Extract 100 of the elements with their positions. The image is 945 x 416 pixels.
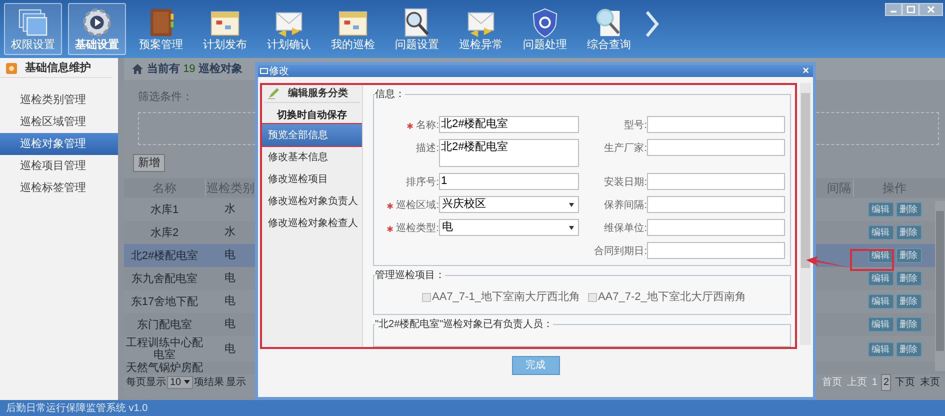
- field-label: 排序号:: [406, 176, 439, 190]
- caret-icon: [569, 202, 574, 206]
- sidebar-item[interactable]: 巡检项目管理: [0, 155, 118, 177]
- edit-button[interactable]: 编辑: [868, 271, 894, 286]
- maximize-button[interactable]: [902, 3, 919, 16]
- chevron-right-icon[interactable]: [644, 9, 660, 39]
- edit-button[interactable]: 编辑: [868, 294, 894, 309]
- add-button[interactable]: 新增: [133, 154, 165, 172]
- page-size-select[interactable]: 10: [167, 376, 194, 388]
- sidebar-item[interactable]: 巡检区域管理: [0, 111, 118, 133]
- toolbar-button[interactable]: 问题处理: [516, 3, 574, 55]
- table-cell-text: 电: [224, 342, 236, 357]
- edit-button[interactable]: 编辑: [868, 225, 894, 240]
- toolbar-button[interactable]: 基础设置: [68, 3, 126, 55]
- edit-button[interactable]: 编辑: [868, 317, 894, 332]
- minimize-button[interactable]: [885, 3, 902, 16]
- filter-label: 筛选条件：: [138, 90, 193, 103]
- page-link[interactable]: 2: [881, 374, 891, 390]
- nav-item[interactable]: 修改巡检对象负责人: [262, 190, 362, 212]
- panel-legend: 信息：: [375, 87, 405, 102]
- input-field[interactable]: [647, 196, 785, 213]
- close-button[interactable]: [919, 3, 943, 16]
- select-field[interactable]: 兴庆校区: [439, 196, 579, 213]
- scrollbar[interactable]: [935, 201, 945, 371]
- toolbar-button[interactable]: 预案管理: [132, 3, 190, 55]
- input-field[interactable]: 1: [439, 173, 579, 190]
- toolbar-button[interactable]: 我的巡检: [324, 3, 382, 55]
- panel-legend: "北2#楼配电室"巡检对象已有负责人员：: [375, 316, 554, 332]
- delete-button[interactable]: 删除: [896, 294, 922, 309]
- field-label: 巡检类型:: [396, 222, 439, 236]
- per-page-label: 每页显示: [126, 376, 166, 390]
- table-cell-text: 工程训练中心配电室: [125, 337, 204, 361]
- field-label: 安装日期:: [604, 176, 647, 190]
- nav-item[interactable]: 预览全部信息: [262, 124, 362, 146]
- column-header: 名称: [152, 180, 178, 197]
- field-label: 描述:: [416, 142, 439, 156]
- edit-button[interactable]: 编辑: [868, 342, 894, 356]
- field-label: 巡检区域:: [396, 198, 439, 213]
- window-icon: [260, 68, 268, 74]
- column-header: 操作: [882, 180, 908, 197]
- field-label: 生产厂家:: [604, 142, 647, 156]
- edit-button[interactable]: 编辑: [868, 202, 894, 217]
- input-field[interactable]: [647, 242, 785, 259]
- input-field[interactable]: [647, 219, 785, 236]
- page-link[interactable]: 下页: [894, 374, 916, 390]
- field-label: 合同到期日:: [594, 244, 647, 259]
- delete-button[interactable]: 删除: [896, 317, 922, 332]
- text-area[interactable]: 北2#楼配电室: [439, 139, 579, 167]
- panel-legend: 管理巡检项目：: [375, 268, 445, 283]
- delete-button[interactable]: 删除: [896, 271, 922, 286]
- scrollbar[interactable]: [800, 83, 811, 345]
- table-cell-text: 水库1: [149, 204, 180, 216]
- input-field[interactable]: 北2#楼配电室: [439, 116, 579, 133]
- done-button[interactable]: 完成: [512, 356, 560, 375]
- gear-icon: [80, 6, 114, 39]
- table-cell-text: 东门配电室: [136, 318, 193, 330]
- delete-button[interactable]: 删除: [896, 202, 922, 217]
- delete-button[interactable]: 删除: [896, 342, 922, 356]
- page-link[interactable]: 末页: [919, 374, 941, 390]
- table-cell-text: 东17舍地下配: [130, 296, 200, 308]
- delete-button[interactable]: 删除: [896, 248, 922, 263]
- table-cell-text: 电: [224, 271, 236, 286]
- nav-item[interactable]: 修改巡检项目: [262, 168, 362, 190]
- close-button[interactable]: ×: [802, 66, 809, 76]
- input-field[interactable]: [647, 139, 785, 156]
- autosave-note: 切换时自动保存: [276, 108, 348, 123]
- toolbar-button[interactable]: 计划确认: [260, 3, 318, 55]
- results-label: 项结果: [194, 376, 224, 390]
- table-cell-text: 电: [224, 294, 236, 310]
- toolbar-button[interactable]: 计划发布: [196, 3, 254, 55]
- sidebar-item[interactable]: 巡检标签管理: [0, 177, 118, 199]
- sidebar-item[interactable]: 巡检类别管理: [0, 89, 118, 111]
- table-cell-text: 北2#楼配电室: [130, 250, 200, 262]
- table-cell-text: 电: [224, 317, 236, 332]
- toolbar-button[interactable]: 权限设置: [4, 3, 62, 55]
- delete-button[interactable]: 删除: [896, 225, 922, 240]
- select-field[interactable]: 电: [439, 219, 579, 236]
- caret-icon: [569, 226, 574, 230]
- toolbar-button[interactable]: 综合查询: [580, 3, 638, 55]
- highlight-frame: [850, 249, 894, 271]
- page-heading: 当前有 19 巡检对象: [147, 62, 242, 77]
- input-field[interactable]: [647, 116, 785, 133]
- showing-label: 显示: [226, 376, 246, 390]
- toolbar-button[interactable]: 问题设置: [388, 3, 446, 55]
- sidebar-item[interactable]: 巡检对象管理: [0, 133, 118, 155]
- field-label: 保养间隔:: [604, 198, 647, 213]
- table-cell-text: 水: [224, 225, 236, 240]
- home-icon: [132, 64, 143, 74]
- dialog-title: 修改: [269, 66, 289, 76]
- toolbar-button[interactable]: 巡检异常: [452, 3, 510, 55]
- field-label: 型号:: [624, 118, 647, 133]
- table-cell-text: 东九舍配电室: [130, 272, 198, 284]
- nav-item[interactable]: 修改巡检对象检查人: [262, 212, 362, 234]
- nav-item[interactable]: 修改基本信息: [262, 146, 362, 168]
- caret-icon: [184, 380, 190, 384]
- input-field[interactable]: [647, 173, 785, 190]
- pencil-icon: [268, 88, 280, 99]
- status-text: 后勤日常运行保障监管系统 v1.0: [6, 402, 148, 416]
- table-cell-text: 天然气锅炉房配: [125, 362, 204, 374]
- table-cell-text: 水: [224, 202, 236, 218]
